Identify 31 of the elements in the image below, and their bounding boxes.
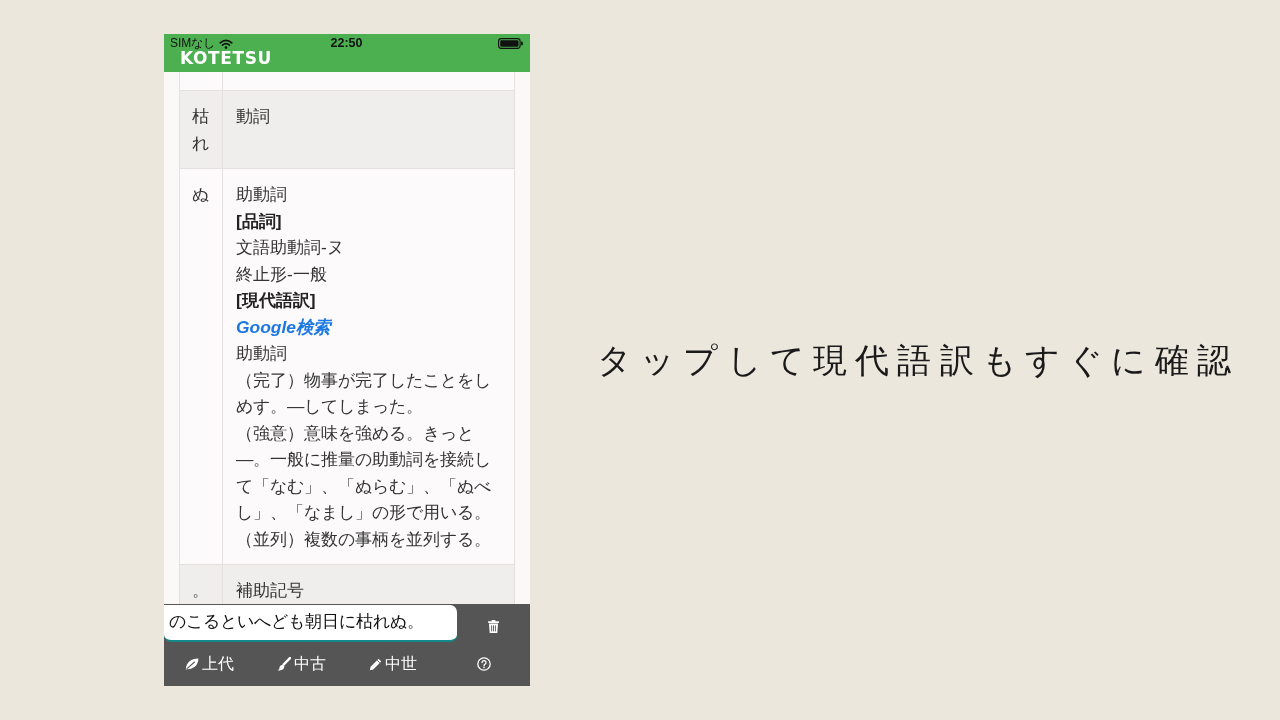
battery-icon	[498, 38, 523, 49]
wifi-icon	[219, 38, 234, 49]
word-cell-text: 枯れ	[191, 105, 210, 155]
era-tab[interactable]: 中世	[368, 655, 417, 673]
detail-text: 助動詞	[236, 342, 288, 365]
detail-text: （完了）物事が完了したことをしめす。―してしまった。	[236, 368, 492, 418]
section-heading: [品詞]	[236, 209, 283, 233]
detail-text: （並列）複数の事柄を並列する。	[236, 527, 492, 551]
detail-text: （強意）意味を強める。きっと―。一般に推量の助動詞を接続して「なむ」、「ぬらむ」、「ぬべし」、「なまし」の形で用いる。	[236, 421, 493, 524]
era-tab[interactable]: 上代	[185, 655, 235, 673]
help-icon	[477, 657, 492, 671]
detail-text: 文語助動詞-ヌ	[236, 236, 345, 259]
carrier-label: SIMなし	[170, 37, 216, 50]
section-heading: [現代語訳]	[236, 289, 317, 312]
text-input[interactable]: のこるといへども朝日に枯れぬ。	[164, 605, 457, 642]
pencil-icon	[368, 657, 382, 671]
trash-icon	[488, 620, 499, 633]
word-cell-text: 。	[191, 579, 210, 602]
word-cell-text: ぬ	[191, 183, 210, 206]
detail-text: 動詞	[236, 105, 271, 128]
delete-button[interactable]	[487, 619, 500, 634]
detail-text: 補助記号	[236, 579, 305, 602]
brush-icon	[276, 657, 291, 671]
caption-text: タップして現代語訳もすぐに確認	[597, 339, 1239, 382]
app-title: KOTETSU	[180, 51, 272, 66]
detail-text: 終止形-一般	[236, 262, 328, 286]
help-button[interactable]	[477, 657, 492, 671]
leaf-icon	[185, 658, 200, 670]
status-time: 22:50	[330, 37, 363, 50]
era-tab[interactable]: 中古	[276, 655, 326, 673]
detail-text: 助動詞	[236, 183, 288, 206]
